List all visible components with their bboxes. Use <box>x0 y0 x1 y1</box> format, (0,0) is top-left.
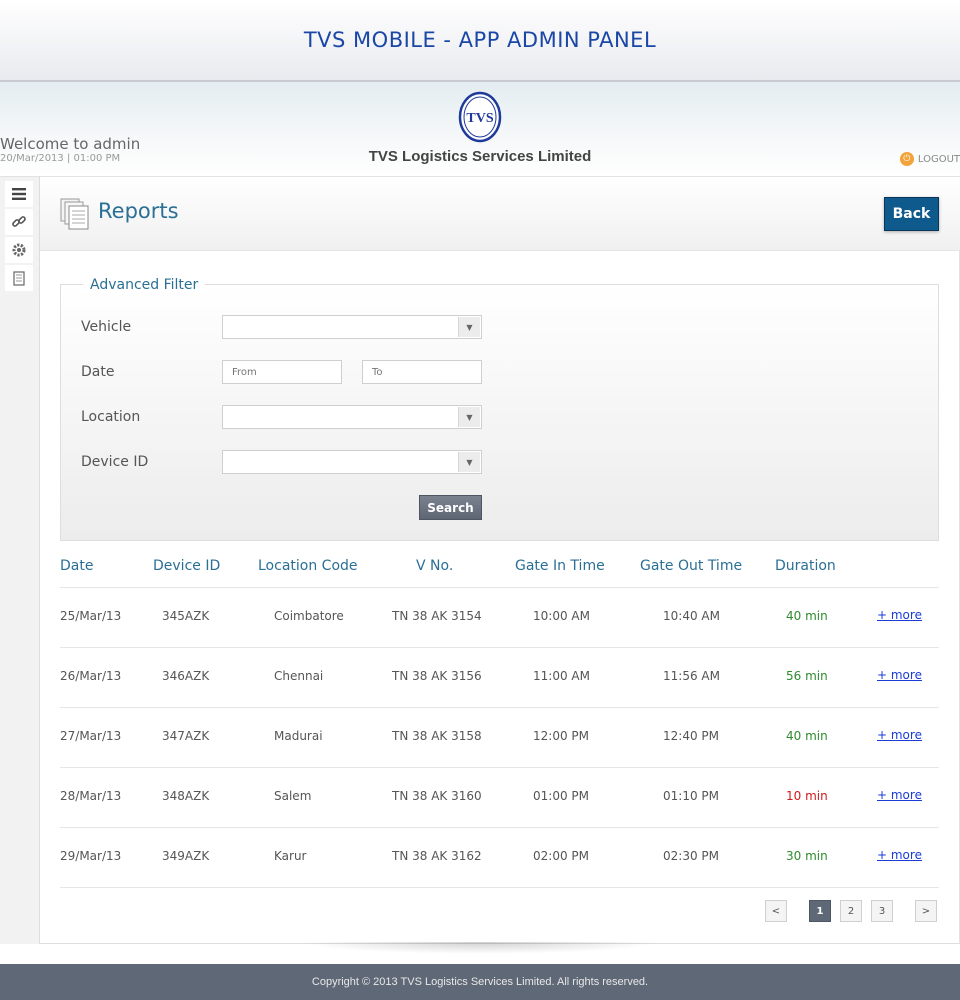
chevron-down-icon: ▼ <box>458 317 480 337</box>
cell-location: Madurai <box>274 729 323 743</box>
document-icon[interactable] <box>5 265 33 291</box>
cell-location: Salem <box>274 789 312 803</box>
row-divider <box>60 707 939 708</box>
cell-gate-out: 01:10 PM <box>663 789 719 803</box>
logout-link[interactable]: ⏻ LOGOUT <box>899 152 960 166</box>
settings-icon[interactable] <box>5 237 33 263</box>
chevron-down-icon: ▼ <box>458 407 480 427</box>
date-to-input[interactable] <box>362 360 482 384</box>
footer: Copyright © 2013 TVS Logistics Services … <box>0 964 960 1000</box>
cell-location: Coimbatore <box>274 609 344 623</box>
cell-gate-out: 12:40 PM <box>663 729 719 743</box>
column-header-location-code: Location Code <box>258 558 358 574</box>
date-label: Date <box>81 364 115 380</box>
cell-device-id: 346AZK <box>162 669 210 683</box>
sidebar <box>0 176 40 944</box>
page-button-2[interactable]: 2 <box>840 900 862 922</box>
chevron-down-icon: ▼ <box>458 452 480 472</box>
cell-duration: 56 min <box>786 669 828 683</box>
cell-vehicle-no: TN 38 AK 3160 <box>392 789 482 803</box>
column-header-device-id: Device ID <box>153 558 221 574</box>
cell-gate-in: 12:00 PM <box>533 729 589 743</box>
cell-device-id: 347AZK <box>162 729 210 743</box>
page-button-3[interactable]: 3 <box>871 900 893 922</box>
more-link[interactable]: + more <box>877 608 922 622</box>
cell-gate-in: 10:00 AM <box>533 609 590 623</box>
cell-date: 26/Mar/13 <box>60 669 122 683</box>
back-button[interactable]: Back <box>884 197 939 231</box>
more-link[interactable]: + more <box>877 728 922 742</box>
menu-icon[interactable] <box>5 181 33 207</box>
link-icon[interactable] <box>5 209 33 235</box>
cell-gate-in: 11:00 AM <box>533 669 590 683</box>
column-header-gate-out: Gate Out Time <box>640 558 743 574</box>
row-divider <box>60 587 939 588</box>
cell-date: 28/Mar/13 <box>60 789 122 803</box>
search-button[interactable]: Search <box>419 495 482 520</box>
cell-device-id: 348AZK <box>162 789 210 803</box>
power-icon: ⏻ <box>899 152 914 166</box>
copyright-text: Copyright © 2013 TVS Logistics Services … <box>311 976 649 988</box>
row-divider <box>60 827 939 828</box>
page-button-1[interactable]: 1 <box>809 900 831 922</box>
cell-device-id: 349AZK <box>162 849 210 863</box>
cell-device-id: 345AZK <box>162 609 210 623</box>
column-header-gate-in: Gate In Time <box>515 558 605 574</box>
cell-location: Karur <box>274 849 307 863</box>
more-link[interactable]: + more <box>877 788 922 802</box>
row-divider <box>60 887 939 888</box>
title-bar: Reports Back <box>40 177 960 251</box>
filter-legend: Advanced Filter <box>83 277 206 293</box>
date-from-input[interactable] <box>222 360 342 384</box>
device-id-select[interactable]: ▼ <box>222 450 482 474</box>
cell-date: 27/Mar/13 <box>60 729 122 743</box>
column-header-date: Date <box>60 558 94 574</box>
device-id-label: Device ID <box>81 454 149 470</box>
column-header-vehicle-no: V No. <box>416 558 454 574</box>
column-header-duration: Duration <box>775 558 836 574</box>
location-select[interactable]: ▼ <box>222 405 482 429</box>
location-label: Location <box>81 409 141 425</box>
next-page-button[interactable]: > <box>915 900 937 922</box>
cell-vehicle-no: TN 38 AK 3154 <box>392 609 482 623</box>
cell-gate-out: 02:30 PM <box>663 849 719 863</box>
cell-duration: 40 min <box>786 609 828 623</box>
cell-vehicle-no: TN 38 AK 3158 <box>392 729 482 743</box>
app-banner-title: TVS MOBILE - APP ADMIN PANEL <box>303 28 657 52</box>
row-divider <box>60 647 939 648</box>
cell-date: 29/Mar/13 <box>60 849 122 863</box>
tvs-logo: TVS <box>458 91 502 143</box>
vehicle-label: Vehicle <box>81 319 132 335</box>
header: Welcome to admin 20/Mar/2013 | 01:00 PM … <box>0 82 960 176</box>
cell-gate-out: 10:40 AM <box>663 609 720 623</box>
cell-duration: 40 min <box>786 729 828 743</box>
cell-gate-out: 11:56 AM <box>663 669 720 683</box>
cell-vehicle-no: TN 38 AK 3162 <box>392 849 482 863</box>
reports-icon <box>60 198 89 230</box>
cell-duration: 10 min <box>786 789 828 803</box>
company-name: TVS Logistics Services Limited <box>368 148 592 165</box>
cell-gate-in: 01:00 PM <box>533 789 589 803</box>
logout-label: LOGOUT <box>917 153 960 165</box>
logo-text: TVS <box>466 111 493 126</box>
more-link[interactable]: + more <box>877 668 922 682</box>
vehicle-select[interactable]: ▼ <box>222 315 482 339</box>
cell-duration: 30 min <box>786 849 828 863</box>
cell-date: 25/Mar/13 <box>60 609 122 623</box>
panel-shadow <box>300 942 660 954</box>
row-divider <box>60 767 939 768</box>
prev-page-button[interactable]: < <box>765 900 787 922</box>
main-panel: Reports Back Advanced Filter Vehicle ▼ D… <box>40 176 960 944</box>
advanced-filter: Advanced Filter Vehicle ▼ Date Location … <box>60 277 939 541</box>
cell-vehicle-no: TN 38 AK 3156 <box>392 669 482 683</box>
page-title: Reports <box>98 199 179 223</box>
more-link[interactable]: + more <box>877 848 922 862</box>
cell-gate-in: 02:00 PM <box>533 849 589 863</box>
cell-location: Chennai <box>274 669 324 683</box>
top-banner: TVS MOBILE - APP ADMIN PANEL <box>0 0 960 82</box>
